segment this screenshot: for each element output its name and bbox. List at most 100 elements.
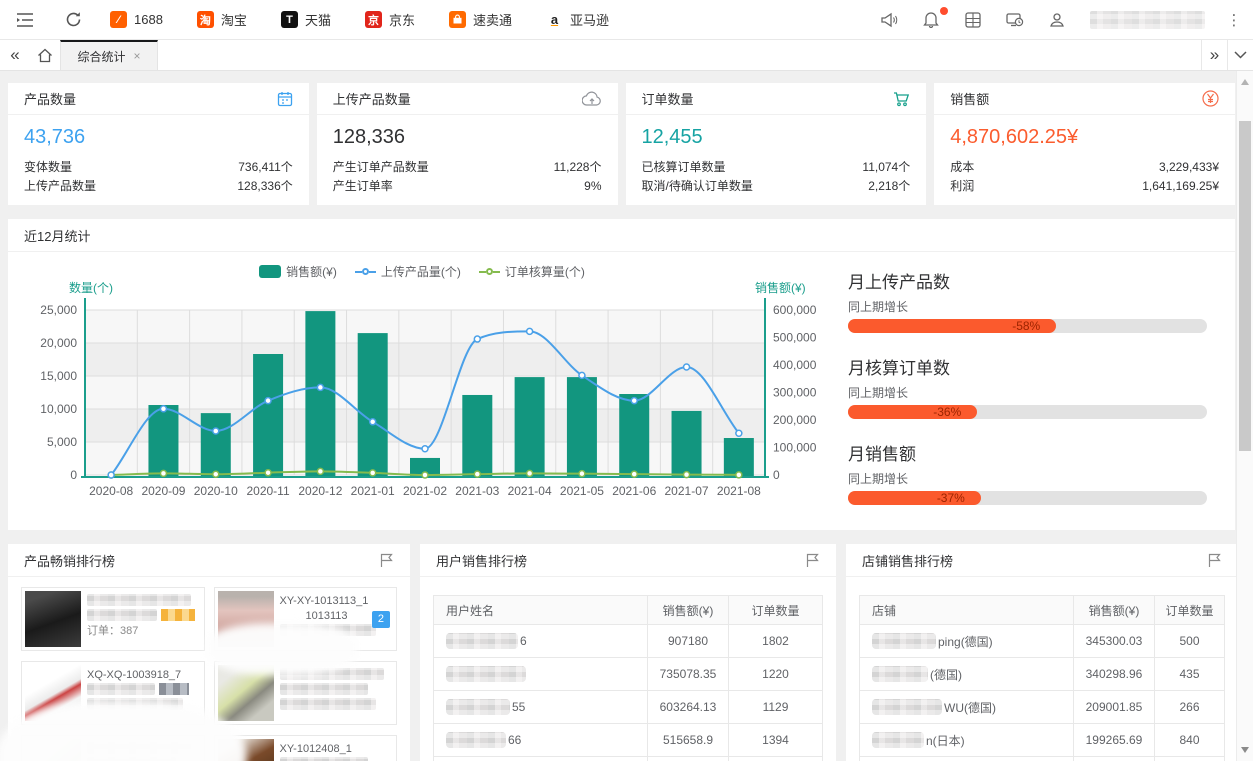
flag-icon: [805, 553, 820, 568]
row-sales: 340298.96: [1073, 658, 1154, 690]
platform-icon: T: [281, 11, 298, 28]
more-menu-icon[interactable]: ⋮: [1229, 9, 1239, 31]
platform-tab-2[interactable]: 淘淘宝: [197, 10, 247, 29]
platform-icon: a: [546, 11, 563, 28]
svg-text:2021-06: 2021-06: [612, 484, 656, 498]
table-row[interactable]: 66 515658.9 1394: [434, 724, 822, 757]
growth-item-1: 月上传产品数 同上期增长 -58%: [848, 273, 1207, 333]
svg-text:2021-05: 2021-05: [560, 484, 604, 498]
svg-text:2021-01: 2021-01: [351, 484, 395, 498]
blur-smudge: [0, 702, 246, 761]
tab-active[interactable]: 综合统计 ×: [60, 40, 158, 70]
product-card-1[interactable]: 订单：387: [21, 587, 205, 651]
scroll-down-icon[interactable]: [1241, 747, 1249, 753]
growth-value: -58%: [1012, 319, 1040, 333]
growth-label: 同上期增长: [848, 386, 1207, 400]
platform-tab-3[interactable]: T 天猫: [281, 10, 331, 29]
scrollbar-thumb[interactable]: [1239, 121, 1251, 451]
table-row[interactable]: WU(德国) 209001.85 266: [860, 691, 1224, 724]
scroll-up-icon[interactable]: [1241, 79, 1249, 85]
refresh-icon[interactable]: [62, 9, 84, 31]
cart-icon: [893, 91, 910, 107]
legend-upload[interactable]: 上传产品量(个): [355, 263, 461, 280]
stat-card-title: 上传产品数量: [333, 89, 411, 108]
growth-panel: 月上传产品数 同上期增长 -58% 月核算订单数 同上期增长 -36% 月销售额 同…: [836, 252, 1235, 530]
top-toolbar: ⁄1688 淘淘宝 T 天猫 京京东 速卖通 a亚马逊 ⋮: [0, 0, 1253, 40]
device-monitor-icon[interactable]: [1006, 9, 1024, 31]
announcement-icon[interactable]: [880, 9, 898, 31]
user-icon[interactable]: [1048, 9, 1066, 31]
svg-text:15,000: 15,000: [40, 369, 77, 383]
growth-item-3: 月销售额 同上期增长 -37%: [848, 445, 1207, 505]
col-header: 订单数量: [1154, 596, 1224, 624]
table-row[interactable]: n(日本) 199265.69 840: [860, 724, 1224, 757]
table-row[interactable]: (德国) 340298.96 435: [860, 658, 1224, 691]
growth-progress-fill: -36%: [848, 405, 977, 419]
stat-row-label: 利润: [950, 177, 974, 196]
cloud-upload-icon: [582, 91, 602, 107]
home-icon[interactable]: [30, 40, 60, 70]
platform-tab-4[interactable]: 京京东: [365, 10, 415, 29]
shop-rank-panel: 店铺销售排行榜 店铺销售额(¥)订单数量 ping(德国) 345300.03 …: [846, 544, 1238, 761]
row-name-suffix: (德国): [930, 666, 962, 683]
platform-label: 天猫: [305, 10, 331, 29]
shop-rank-title: 店铺销售排行榜: [862, 551, 953, 570]
row-sales: 735078.35: [647, 658, 728, 690]
growth-value: -36%: [933, 405, 961, 419]
svg-text:500,000: 500,000: [773, 331, 817, 345]
growth-label: 同上期增长: [848, 300, 1207, 314]
stat-row-value: 1,641,169.25¥: [1142, 177, 1219, 196]
svg-text:600,000: 600,000: [773, 303, 817, 317]
row-sales: 907180: [647, 625, 728, 657]
growth-progress-fill: -37%: [848, 491, 981, 505]
stat-row-label: 产生订单产品数量: [333, 158, 429, 177]
stat-row-value: 11,074个: [862, 158, 910, 177]
product-sku: XQ-XQ-1003918_7: [87, 668, 201, 683]
col-header: 店铺: [860, 596, 1073, 624]
row-sales: 345300.03: [1073, 625, 1154, 657]
chart-panel: 近12月统计 销售额(¥) 上传产品量(个) 订单核算量(个) 05,00010…: [8, 219, 1235, 530]
table-row[interactable]: 55 603264.13 1129: [434, 691, 822, 724]
row-name-suffix: 6: [520, 634, 527, 648]
table-row[interactable]: 735078.35 1220: [434, 658, 822, 691]
svg-text:20,000: 20,000: [40, 336, 77, 350]
vertical-scrollbar[interactable]: [1236, 71, 1253, 761]
stat-card-title: 订单数量: [642, 89, 694, 108]
tab-close-icon[interactable]: ×: [134, 49, 141, 63]
platform-label: 淘宝: [221, 10, 247, 29]
col-header: 用户姓名: [434, 596, 647, 624]
flag-icon: [1207, 553, 1222, 568]
stat-row-label: 成本: [950, 158, 974, 177]
platform-tab-6[interactable]: a亚马逊: [546, 10, 609, 29]
tabs-scroll-right-icon[interactable]: »: [1201, 40, 1227, 70]
legend-orders[interactable]: 订单核算量(个): [479, 263, 585, 280]
collapse-menu-icon[interactable]: [14, 9, 36, 31]
notification-bell-icon[interactable]: [922, 9, 940, 31]
row-orders: 840: [1154, 724, 1224, 756]
legend-sales[interactable]: 销售额(¥): [259, 263, 337, 280]
product-rank-panel: 产品畅销排行榜 订单：387XY-XY-1013113_110131132XQ-…: [8, 544, 410, 761]
growth-value: -37%: [937, 491, 965, 505]
calendar-icon: [277, 91, 293, 107]
table-row[interactable]: 6 907180 1802: [434, 625, 822, 658]
yen-icon: [1202, 90, 1219, 107]
tabs-scroll-left-icon[interactable]: «: [0, 40, 30, 70]
table-row[interactable]: ping(德国) 345300.03 500: [860, 625, 1224, 658]
platform-tab-5[interactable]: 速卖通: [449, 10, 512, 29]
growth-title: 月核算订单数: [848, 359, 1207, 379]
row-sales: 199265.69: [1073, 724, 1154, 756]
row-name-suffix: 66: [508, 733, 521, 747]
platform-tab-1[interactable]: ⁄1688: [110, 10, 163, 29]
svg-text:0: 0: [70, 468, 77, 482]
notification-dot: [940, 7, 948, 15]
svg-text:2021-07: 2021-07: [665, 484, 709, 498]
apps-grid-icon[interactable]: [964, 9, 982, 31]
svg-text:0: 0: [773, 468, 780, 482]
flag-icon: [379, 553, 394, 568]
stat-card-value: 128,336: [333, 126, 602, 149]
tabs-dropdown-icon[interactable]: [1227, 40, 1253, 70]
svg-text:300,000: 300,000: [773, 386, 817, 400]
row-sales: 603264.13: [647, 691, 728, 723]
blur-smudge: [207, 623, 357, 675]
col-header: 订单数量: [728, 596, 822, 624]
